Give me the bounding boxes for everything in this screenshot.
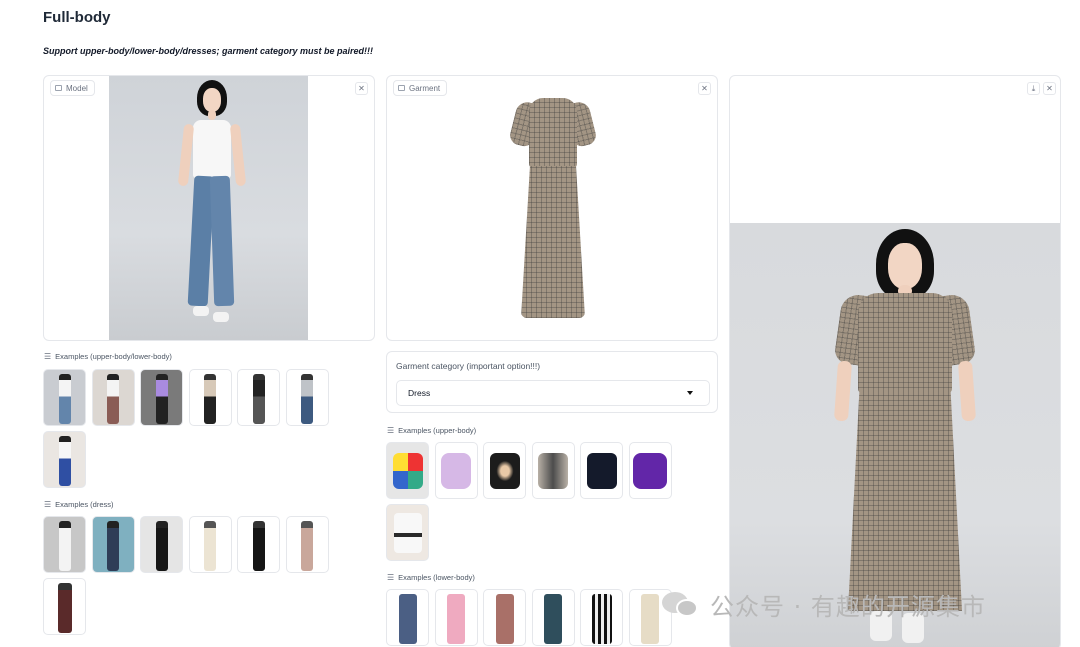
watermark: 公众号 · 有趣的开源集市 [662, 586, 986, 622]
example-figure [586, 453, 617, 489]
model-panel-label: Model [50, 80, 95, 96]
example-figure [107, 374, 119, 424]
example-thumbnail[interactable] [386, 504, 429, 561]
example-thumbnail[interactable] [628, 442, 672, 499]
example-thumbnail[interactable] [531, 442, 575, 499]
image-icon [55, 85, 62, 91]
example-thumbnail[interactable] [237, 369, 280, 426]
example-figure [591, 594, 612, 644]
examples-model-label: ☰ Examples (upper-body/lower-body) [44, 352, 172, 361]
example-thumbnail[interactable] [386, 589, 429, 646]
examples-dress-label-text: Examples (dress) [55, 500, 114, 509]
list-icon: ☰ [387, 426, 395, 435]
example-figure [301, 521, 313, 571]
list-icon: ☰ [44, 500, 52, 509]
example-thumbnail[interactable] [386, 442, 429, 499]
result-photo [730, 223, 1060, 647]
example-thumbnail[interactable] [237, 516, 280, 573]
example-thumbnail[interactable] [483, 589, 526, 646]
garment-category-select[interactable]: Dress [396, 380, 710, 406]
examples-upper-label-text: Examples (upper-body) [398, 426, 477, 435]
example-thumbnail[interactable] [188, 516, 232, 573]
garment-photo [507, 96, 599, 321]
example-figure [107, 521, 119, 571]
example-figure [495, 594, 514, 644]
example-thumbnail[interactable] [91, 516, 135, 573]
page-subtitle: Support upper-body/lower-body/dresses; g… [43, 46, 374, 56]
garment-category-value: Dress [408, 388, 431, 398]
caret-down-icon [687, 391, 693, 395]
example-figure [204, 521, 216, 571]
example-thumbnail[interactable] [580, 442, 623, 499]
example-figure [641, 594, 659, 644]
example-figure [155, 521, 168, 571]
result-clear-button[interactable]: ✕ [1043, 82, 1056, 95]
list-icon: ☰ [44, 352, 52, 361]
garment-category-label: Garment category (important option!!!) [396, 361, 541, 371]
watermark-text: 公众号 · 有趣的开源集市 [710, 592, 986, 621]
garment-label-text: Garment [409, 83, 441, 93]
example-figure [489, 453, 520, 489]
example-figure [393, 513, 422, 553]
example-figure [204, 374, 216, 424]
example-thumbnail[interactable] [140, 369, 183, 426]
list-icon: ☰ [387, 573, 395, 582]
example-figure [58, 436, 71, 486]
example-thumbnail[interactable] [434, 589, 478, 646]
result-download-button[interactable]: ⤓ [1027, 82, 1040, 95]
example-thumbnail[interactable] [285, 369, 329, 426]
example-figure [633, 453, 667, 489]
example-figure [58, 374, 71, 424]
example-thumbnail[interactable] [483, 442, 526, 499]
examples-upper-label: ☰ Examples (upper-body) [387, 426, 476, 435]
example-figure [392, 453, 423, 489]
example-thumbnail[interactable] [140, 516, 183, 573]
model-photo [109, 76, 308, 340]
example-figure [252, 374, 265, 424]
wechat-logo-icon [662, 588, 702, 620]
garment-panel-label: Garment [393, 80, 448, 96]
example-figure [58, 521, 71, 571]
garment-category-block: Garment category (important option!!!) D… [386, 351, 718, 413]
example-thumbnail[interactable] [43, 369, 86, 426]
examples-lower-label: ☰ Examples (lower-body) [387, 573, 475, 582]
page-title: Full-body [43, 9, 111, 26]
example-figure [57, 583, 72, 633]
example-figure [301, 374, 313, 424]
model-clear-button[interactable]: ✕ [355, 82, 368, 95]
examples-dress-label: ☰ Examples (dress) [44, 500, 114, 509]
example-thumbnail[interactable] [43, 431, 86, 488]
example-figure [155, 374, 168, 424]
example-thumbnail[interactable] [531, 589, 575, 646]
examples-lower-label-text: Examples (lower-body) [398, 573, 475, 582]
model-label-text: Model [66, 83, 88, 93]
garment-image-panel[interactable]: Garment ✕ [386, 75, 718, 341]
example-figure [398, 594, 417, 644]
example-thumbnail[interactable] [285, 516, 329, 573]
example-thumbnail[interactable] [43, 516, 86, 573]
example-thumbnail[interactable] [580, 589, 623, 646]
example-thumbnail[interactable] [43, 578, 86, 635]
example-figure [441, 453, 471, 489]
examples-model-label-text: Examples (upper-body/lower-body) [55, 352, 172, 361]
model-image-panel[interactable]: Model ✕ [43, 75, 375, 341]
garment-clear-button[interactable]: ✕ [698, 82, 711, 95]
example-figure [538, 453, 568, 489]
example-figure [447, 594, 465, 644]
result-image-panel: ⤓ ✕ [729, 75, 1061, 647]
example-figure [252, 521, 265, 571]
example-thumbnail[interactable] [91, 369, 135, 426]
example-thumbnail[interactable] [188, 369, 232, 426]
example-thumbnail[interactable] [434, 442, 478, 499]
image-icon [398, 85, 405, 91]
example-figure [544, 594, 562, 644]
